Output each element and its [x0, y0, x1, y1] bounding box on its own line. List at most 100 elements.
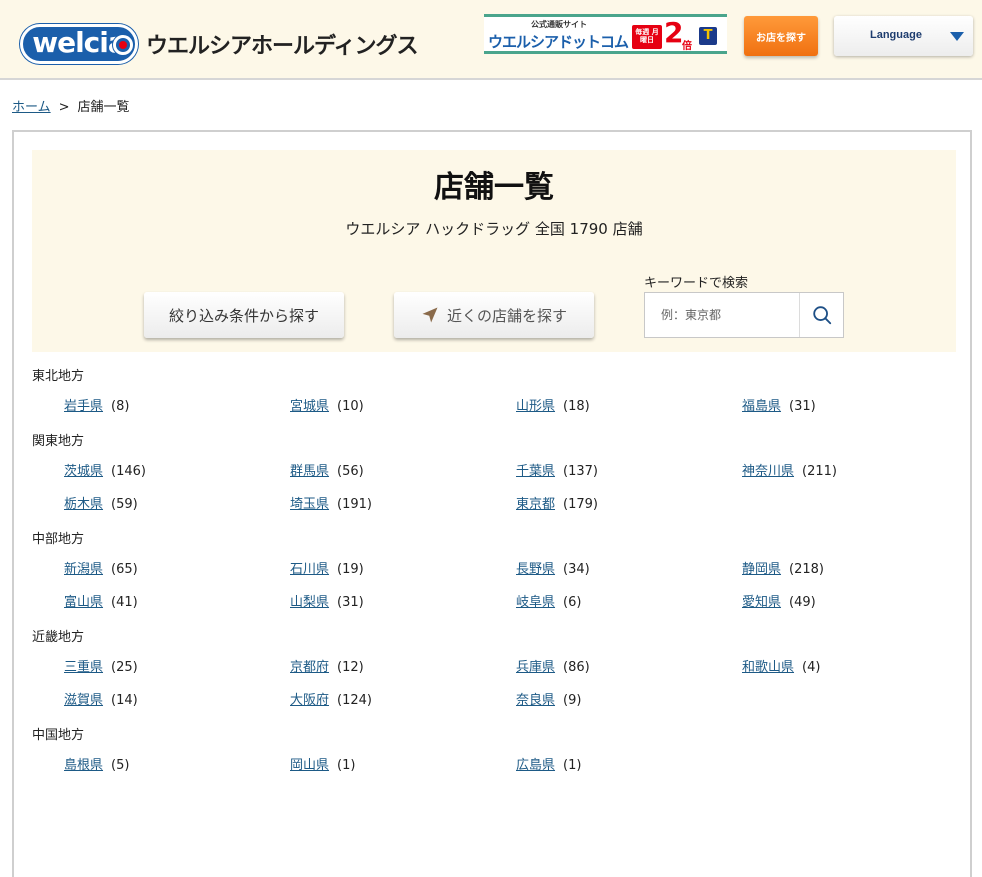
welcia-dotcom-banner[interactable]: 公式通販サイト ウエルシアドットコム 毎週 月曜日 2 倍 T: [484, 14, 727, 54]
nearby-stores-button[interactable]: 近くの店舗を探す: [394, 292, 594, 338]
site-header: welcia ウエルシアホールディングス 公式通販サイト ウエルシアドットコム …: [0, 0, 982, 80]
prefecture-store-count: (5): [111, 758, 130, 773]
prefecture-link[interactable]: 群馬県: [290, 464, 329, 479]
find-store-button[interactable]: お店を探す: [744, 16, 818, 56]
prefecture-store-count: (18): [563, 399, 590, 414]
breadcrumb-home-link[interactable]: ホーム: [12, 100, 51, 115]
prefecture-item: 茨城県 (146): [64, 455, 290, 488]
region-section: 東北地方 岩手県 (8) 宮城県 (10) 山形県 (18) 福島県 (31): [32, 368, 956, 423]
prefecture-store-count: (137): [563, 464, 598, 479]
filter-search-button[interactable]: 絞り込み条件から探す: [144, 292, 344, 338]
prefecture-item: 千葉県 (137): [516, 455, 742, 488]
prefecture-store-count: (211): [802, 464, 837, 479]
prefecture-link[interactable]: 栃木県: [64, 497, 103, 512]
prefecture-grid: 茨城県 (146) 群馬県 (56) 千葉県 (137) 神奈川県 (211) 栃木県 (59) 埼…: [32, 455, 956, 521]
prefecture-link[interactable]: 福島県: [742, 399, 781, 414]
language-label: Language: [870, 29, 922, 41]
prefecture-item: 三重県 (25): [64, 651, 290, 684]
prefecture-store-count: (1): [563, 758, 582, 773]
prefecture-item: 滋賀県 (14): [64, 684, 290, 717]
banner-main: ウエルシアドットコム: [488, 33, 629, 51]
prefecture-item: 東京都 (179): [516, 488, 742, 521]
prefecture-item: 大阪府 (124): [290, 684, 516, 717]
search-panel: 店舗一覧 ウエルシア ハックドラッグ 全国 1790 店舗 絞り込み条件から探す…: [32, 150, 956, 352]
region-list: 東北地方 岩手県 (8) 宮城県 (10) 山形県 (18) 福島県 (31) 関東地方 茨城県 (1…: [32, 368, 956, 792]
prefecture-store-count: (65): [111, 562, 138, 577]
prefecture-link[interactable]: 新潟県: [64, 562, 103, 577]
prefecture-item: 新潟県 (65): [64, 553, 290, 586]
prefecture-item: 石川県 (19): [290, 553, 516, 586]
prefecture-store-count: (25): [111, 660, 138, 675]
logo-text: welcia: [32, 26, 127, 59]
prefecture-grid: 三重県 (25) 京都府 (12) 兵庫県 (86) 和歌山県 (4) 滋賀県 (14) 大阪府 (1…: [32, 651, 956, 717]
banner-number: 2: [664, 16, 684, 49]
prefecture-link[interactable]: 山梨県: [290, 595, 329, 610]
prefecture-store-count: (19): [337, 562, 364, 577]
prefecture-grid: 新潟県 (65) 石川県 (19) 長野県 (34) 静岡県 (218) 富山県 (41) 山梨県 (…: [32, 553, 956, 619]
prefecture-link[interactable]: 岐阜県: [516, 595, 555, 610]
prefecture-store-count: (31): [789, 399, 816, 414]
welcia-logo[interactable]: welcia: [20, 24, 138, 64]
region-title: 中国地方: [32, 728, 85, 743]
prefecture-store-count: (6): [563, 595, 582, 610]
prefecture-item: 静岡県 (218): [742, 553, 968, 586]
keyword-search-box: [644, 292, 844, 338]
prefecture-link[interactable]: 三重県: [64, 660, 103, 675]
prefecture-store-count: (31): [337, 595, 364, 610]
region-title: 関東地方: [32, 434, 85, 449]
keyword-search-input[interactable]: [645, 293, 799, 337]
prefecture-link[interactable]: 静岡県: [742, 562, 781, 577]
prefecture-item: 栃木県 (59): [64, 488, 290, 521]
prefecture-item: 長野県 (34): [516, 553, 742, 586]
location-arrow-icon: [422, 307, 438, 323]
prefecture-store-count: (179): [563, 497, 598, 512]
prefecture-link[interactable]: 富山県: [64, 595, 103, 610]
prefecture-link[interactable]: 和歌山県: [742, 660, 794, 675]
breadcrumb-current: 店舗一覧: [77, 100, 130, 115]
prefecture-link[interactable]: 埼玉県: [290, 497, 329, 512]
prefecture-item: 群馬県 (56): [290, 455, 516, 488]
prefecture-store-count: (59): [111, 497, 138, 512]
prefecture-store-count: (49): [789, 595, 816, 610]
prefecture-link[interactable]: 茨城県: [64, 464, 103, 479]
prefecture-link[interactable]: 岩手県: [64, 399, 103, 414]
prefecture-store-count: (14): [111, 693, 138, 708]
language-button[interactable]: Language: [834, 16, 973, 56]
logo-dot-icon: [113, 35, 133, 55]
prefecture-link[interactable]: 奈良県: [516, 693, 555, 708]
prefecture-link[interactable]: 千葉県: [516, 464, 555, 479]
prefecture-item: 京都府 (12): [290, 651, 516, 684]
prefecture-link[interactable]: 愛知県: [742, 595, 781, 610]
page-title: 店舗一覧: [434, 170, 554, 205]
prefecture-item: 岐阜県 (6): [516, 586, 742, 619]
region-title: 中部地方: [32, 532, 85, 547]
banner-badge: 毎週 月曜日: [632, 25, 662, 49]
prefecture-store-count: (86): [563, 660, 590, 675]
prefecture-store-count: (41): [111, 595, 138, 610]
region-section: 中国地方 島根県 (5) 岡山県 (1) 広島県 (1): [32, 727, 956, 782]
prefecture-link[interactable]: 滋賀県: [64, 693, 103, 708]
prefecture-link[interactable]: 大阪府: [290, 693, 329, 708]
filter-search-label: 絞り込み条件から探す: [168, 307, 319, 325]
prefecture-item: 福島県 (31): [742, 390, 968, 423]
search-icon: [812, 306, 831, 325]
prefecture-link[interactable]: 兵庫県: [516, 660, 555, 675]
prefecture-link[interactable]: 石川県: [290, 562, 329, 577]
prefecture-item: 岩手県 (8): [64, 390, 290, 423]
keyword-search-button[interactable]: [799, 293, 843, 337]
prefecture-item: 愛知県 (49): [742, 586, 968, 619]
prefecture-link[interactable]: 長野県: [516, 562, 555, 577]
prefecture-link[interactable]: 神奈川県: [742, 464, 794, 479]
prefecture-store-count: (8): [111, 399, 130, 414]
prefecture-link[interactable]: 岡山県: [290, 758, 329, 773]
prefecture-link[interactable]: 宮城県: [290, 399, 329, 414]
prefecture-store-count: (9): [563, 693, 582, 708]
prefecture-link[interactable]: 京都府: [290, 660, 329, 675]
prefecture-link[interactable]: 山形県: [516, 399, 555, 414]
prefecture-link[interactable]: 広島県: [516, 758, 555, 773]
region-section: 関東地方茨城県 (146) 群馬県 (56) 千葉県 (137) 神奈川県 (211) 栃木県 (…: [32, 433, 956, 521]
prefecture-link[interactable]: 東京都: [516, 497, 555, 512]
company-name[interactable]: ウエルシアホールディングス: [146, 28, 418, 60]
prefecture-item: 神奈川県 (211): [742, 455, 968, 488]
prefecture-link[interactable]: 島根県: [64, 758, 103, 773]
